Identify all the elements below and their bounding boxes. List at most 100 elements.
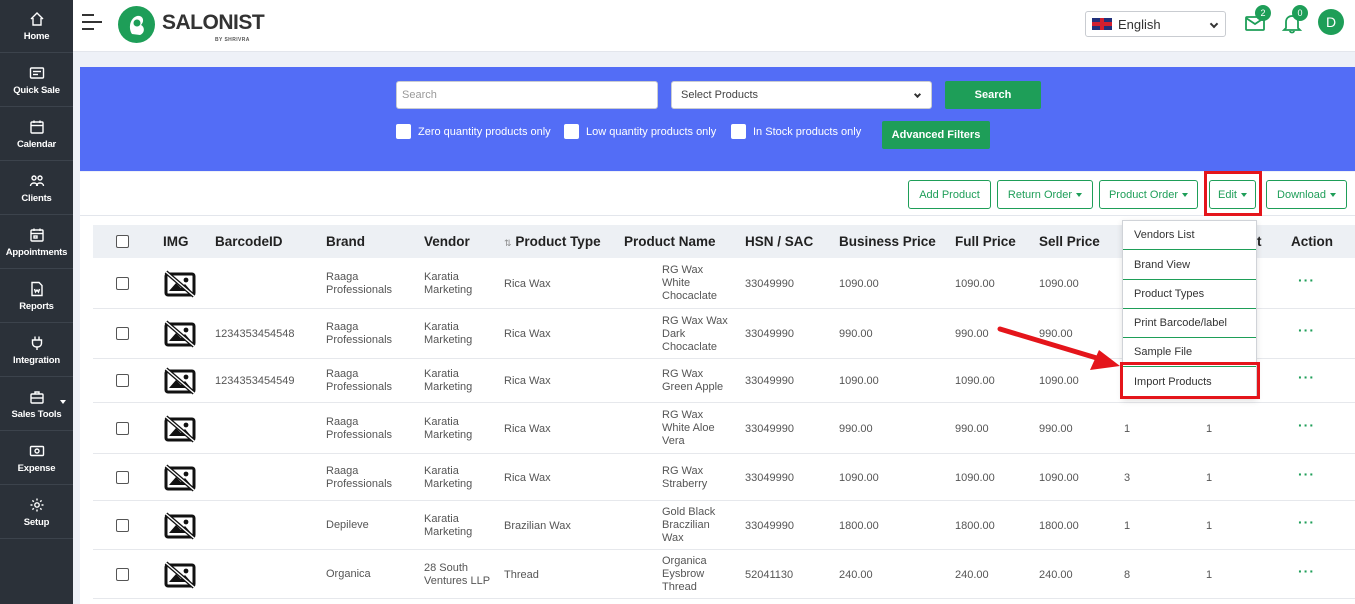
row-actions-button[interactable]: ···: [1298, 369, 1315, 385]
sidebar-item-quick-sale[interactable]: Quick Sale: [0, 54, 73, 107]
vendor-cell: Marketing: [424, 478, 473, 490]
select-products-value: Select Products: [681, 89, 759, 101]
sidebar-item-appointments[interactable]: Appointments: [0, 216, 73, 269]
select-all-checkbox[interactable]: [116, 235, 129, 248]
row-checkbox[interactable]: [116, 471, 129, 484]
notification-count-badge: 0: [1292, 5, 1308, 21]
quantity-cell: 3: [1124, 472, 1131, 484]
full-price-cell: 1090.00: [955, 472, 995, 484]
hsn-cell: 33049990: [745, 328, 794, 340]
caret-down-icon: [1076, 192, 1083, 197]
row-checkbox[interactable]: [116, 519, 129, 532]
brand-cell: Professionals: [326, 478, 393, 490]
barcode-cell: 1234353454549: [215, 375, 295, 387]
mail-button[interactable]: 2: [1244, 5, 1271, 34]
row-actions-button[interactable]: ···: [1298, 514, 1315, 530]
language-value: English: [1118, 16, 1161, 32]
product-name-cell: RG Wax: [662, 264, 704, 276]
sidebar-item-sales-tools[interactable]: Sales Tools: [0, 378, 73, 431]
full-price-cell: 1090.00: [955, 278, 995, 290]
product-name-cell: RG Wax Wax: [662, 315, 728, 327]
row-actions-button[interactable]: ···: [1298, 417, 1315, 433]
row-actions-button[interactable]: ···: [1298, 466, 1315, 482]
in-stock-checkbox[interactable]: [731, 124, 746, 139]
sales-tools-icon: [29, 390, 44, 404]
sidebar-item-setup[interactable]: Setup: [0, 486, 73, 539]
column-header-business-price: Business Price: [839, 234, 936, 249]
row-actions-button[interactable]: ···: [1298, 322, 1315, 338]
add-product-button[interactable]: Add Product: [908, 180, 991, 209]
search-input[interactable]: [396, 81, 658, 109]
table-row: Raaga Professionals Karatia Marketing Rica W…: [93, 454, 1355, 501]
column-header-vendor: Vendor: [424, 234, 470, 249]
annotation-arrow-icon: [997, 326, 1120, 370]
full-price-cell: 1800.00: [955, 520, 995, 532]
sidebar-item-integration[interactable]: Integration: [0, 324, 73, 377]
select-products-dropdown[interactable]: Select Products: [671, 81, 932, 109]
count-cell: 1: [1206, 423, 1213, 435]
zero-quantity-label: Zero quantity products only: [418, 125, 551, 138]
notifications-button[interactable]: 0: [1281, 5, 1308, 34]
vendor-cell: Karatia: [424, 465, 459, 477]
sidebar-item-expense[interactable]: Expense: [0, 432, 73, 485]
sidebar-item-calendar[interactable]: Calendar: [0, 108, 73, 161]
sidebar-item-home[interactable]: Home: [0, 0, 73, 53]
menu-item-vendors-list[interactable]: Vendors List: [1123, 221, 1256, 250]
product-name-cell: Eysbrow: [662, 568, 705, 580]
uk-flag-icon: [1092, 18, 1112, 30]
advanced-filters-button[interactable]: Advanced Filters: [882, 121, 990, 149]
product-order-button[interactable]: Product Order: [1099, 180, 1198, 209]
sidebar-item-reports[interactable]: Reports: [0, 270, 73, 323]
download-button[interactable]: Download: [1266, 180, 1347, 209]
product-name-cell: Dark: [662, 328, 686, 340]
business-price-cell: 1090.00: [839, 375, 879, 387]
product-name-cell: Gold Black: [662, 506, 716, 518]
row-checkbox[interactable]: [116, 374, 129, 387]
table-row: Depileve Karatia Marketing Brazilian Wax Gol…: [93, 501, 1355, 550]
row-checkbox[interactable]: [116, 277, 129, 290]
brand-cell: Professionals: [326, 284, 393, 296]
low-quantity-checkbox[interactable]: [564, 124, 579, 139]
count-cell: 1: [1206, 520, 1213, 532]
hsn-cell: 52041130: [745, 569, 794, 581]
menu-item-product-types[interactable]: Product Types: [1123, 280, 1256, 309]
row-checkbox[interactable]: [116, 327, 129, 340]
vendor-cell: Karatia: [424, 513, 459, 525]
language-select[interactable]: English: [1085, 11, 1226, 37]
sidebar-item-label: Appointments: [5, 246, 68, 258]
hsn-cell: 33049990: [745, 520, 794, 532]
vendor-cell: Karatia: [424, 321, 459, 333]
menu-item-brand-view[interactable]: Brand View: [1123, 251, 1256, 280]
product-name-cell: Wax: [662, 532, 684, 544]
menu-toggle-icon[interactable]: [82, 14, 102, 32]
search-button[interactable]: Search: [945, 81, 1041, 109]
user-avatar[interactable]: D: [1318, 9, 1344, 35]
sidebar-item-clients[interactable]: Clients: [0, 162, 73, 215]
brand-cell: Organica: [326, 568, 371, 580]
vendor-cell: Marketing: [424, 429, 473, 441]
quantity-cell: 8: [1124, 569, 1131, 581]
menu-item-print-barcode[interactable]: Print Barcode/label: [1123, 309, 1256, 338]
count-cell: 1: [1206, 472, 1213, 484]
row-actions-button[interactable]: ···: [1298, 563, 1315, 579]
row-checkbox[interactable]: [116, 568, 129, 581]
product-name-cell: White Aloe: [662, 422, 715, 434]
brand-cell: Professionals: [326, 381, 393, 393]
table-row: Organica 28 South Ventures LLP Thread Organi…: [93, 550, 1355, 599]
row-checkbox[interactable]: [116, 422, 129, 435]
column-header-product-type[interactable]: ⇅ Product Type: [504, 234, 601, 249]
return-order-button[interactable]: Return Order: [997, 180, 1093, 209]
brand-cell: Raaga: [326, 465, 359, 477]
brand-cell: Raaga: [326, 368, 359, 380]
vendor-cell: Karatia: [424, 416, 459, 428]
brand-name: SALONIST: [162, 11, 265, 34]
product-name-cell: Chocaclate: [662, 290, 718, 302]
salonist-logo[interactable]: SALONIST BY SHRIVRA: [118, 6, 268, 44]
in-stock-filter: In Stock products only: [731, 124, 861, 139]
no-image-icon: [163, 464, 197, 492]
zero-quantity-checkbox[interactable]: [396, 124, 411, 139]
no-image-icon: [163, 415, 197, 443]
product-name-cell: White: [662, 277, 691, 289]
row-actions-button[interactable]: ···: [1298, 272, 1315, 288]
top-header: SALONIST BY SHRIVRA English 2 0 D: [73, 0, 1355, 52]
